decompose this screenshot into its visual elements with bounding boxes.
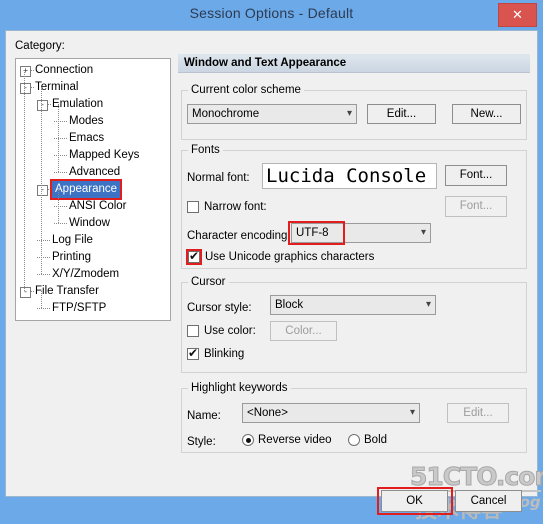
tree-item-label: Log File [52, 234, 93, 246]
character-encoding-value: UTF-8 [296, 227, 329, 239]
tree-connector [48, 189, 51, 191]
color-scheme-edit-button[interactable]: Edit... [367, 104, 436, 124]
character-encoding-label: Character encoding: [187, 230, 291, 242]
normal-font-sample: Lucida Console [262, 163, 437, 189]
style-bold-label: Bold [364, 434, 388, 446]
tree-connector [37, 240, 50, 242]
tree-item-emacs[interactable]: Emacs [16, 130, 170, 147]
style-reverse-video-radio[interactable] [242, 434, 254, 446]
color-scheme-new-button[interactable]: New... [452, 104, 521, 124]
tree-item-log-file[interactable]: Log File [16, 232, 170, 249]
tree-item-label: Advanced [69, 166, 121, 178]
highlight-keywords-group-title: Highlight keywords [188, 382, 291, 394]
normal-font-label: Normal font: [187, 172, 250, 184]
tree-item-ansi-color[interactable]: ANSI Color [16, 198, 170, 215]
tree-item-terminal[interactable]: - Terminal [16, 79, 170, 96]
blinking-label: Blinking [204, 348, 245, 360]
close-icon[interactable]: ✕ [498, 3, 537, 27]
tree-item-file-transfer[interactable]: - File Transfer [16, 283, 170, 300]
tree-guide [41, 87, 43, 274]
tree-item-modes[interactable]: Modes [16, 113, 170, 130]
tree-item-label: Appearance [49, 179, 123, 200]
cursor-style-select[interactable]: Block ▾ [270, 295, 436, 315]
use-unicode-graphics-label: Use Unicode graphics characters [205, 251, 375, 263]
tree-item-label: X/Y/Zmodem [52, 268, 120, 280]
narrow-font-checkbox[interactable] [187, 201, 199, 213]
cursor-style-value: Block [275, 299, 304, 311]
color-scheme-value: Monochrome [192, 108, 260, 120]
chevron-down-icon: ▾ [425, 299, 431, 310]
highlight-style-label: Style: [187, 436, 216, 448]
tree-item-label: Emacs [69, 132, 105, 144]
tree-item-emulation[interactable]: - Emulation [16, 96, 170, 113]
blinking-checkbox[interactable] [187, 346, 199, 360]
chevron-down-icon: ▾ [409, 407, 415, 418]
color-scheme-select[interactable]: Monochrome ▾ [187, 104, 357, 124]
style-bold-radio[interactable] [348, 434, 360, 446]
tree-connector [37, 257, 50, 259]
page-title: Window and Text Appearance [178, 54, 530, 73]
window-title: Session Options - Default [189, 5, 354, 21]
highlight-edit-button: Edit... [447, 403, 509, 423]
tree-connector [37, 274, 50, 276]
tree-connector [37, 308, 50, 310]
style-reverse-video-label: Reverse video [258, 434, 332, 446]
highlight-name-select[interactable]: <None> ▾ [242, 403, 420, 423]
narrow-font-button: Font... [445, 196, 507, 217]
settings-page: Window and Text Appearance Current color… [178, 54, 530, 486]
normal-font-button[interactable]: Font... [445, 165, 507, 186]
cursor-color-button: Color... [270, 321, 337, 341]
tree-item-label: Modes [69, 115, 104, 127]
tree-item-label: ANSI Color [69, 200, 127, 212]
narrow-font-label: Narrow font: [204, 201, 267, 213]
color-scheme-group-title: Current color scheme [188, 84, 304, 96]
tree-item-label: File Transfer [35, 285, 99, 297]
tree-connector [54, 172, 67, 174]
category-tree[interactable]: + Connection - Terminal - Emulation Modes Emacs… [15, 58, 171, 321]
tree-item-appearance[interactable]: - Appearance [16, 179, 170, 200]
use-unicode-graphics-checkbox[interactable] [186, 249, 202, 265]
tree-item-window[interactable]: Window [16, 215, 170, 232]
fonts-group-title: Fonts [188, 144, 223, 156]
use-color-label: Use color: [204, 325, 256, 337]
tree-connector [54, 223, 67, 225]
tree-item-ftp-sftp[interactable]: FTP/SFTP [16, 300, 170, 317]
tree-connector [54, 121, 67, 123]
session-options-dialog: Session Options - Default ✕ Category: + C… [0, 0, 543, 523]
tree-item-label: Printing [52, 251, 91, 263]
title-bar: Session Options - Default ✕ [0, 0, 543, 30]
highlight-name-value: <None> [247, 407, 288, 419]
tree-guide [58, 104, 60, 172]
tree-connector [54, 206, 67, 208]
cancel-button[interactable]: Cancel [455, 490, 522, 512]
tree-connector [48, 104, 51, 106]
tree-connector [54, 138, 67, 140]
tree-connector [54, 155, 67, 157]
chevron-down-icon: ▾ [420, 227, 426, 238]
tree-item-label: Connection [35, 64, 94, 76]
use-color-checkbox[interactable] [187, 325, 199, 337]
category-label: Category: [15, 40, 65, 52]
highlight-name-label: Name: [187, 410, 221, 422]
cursor-style-label: Cursor style: [187, 302, 252, 314]
tree-connector [31, 70, 34, 72]
tree-item-advanced[interactable]: Advanced [16, 164, 170, 181]
tree-item-label: Window [69, 217, 110, 229]
tree-guide [24, 70, 26, 291]
tree-item-x-y-zmodem[interactable]: X/Y/Zmodem [16, 266, 170, 283]
tree-connector [31, 291, 34, 293]
character-encoding-select[interactable]: UTF-8 ▾ [291, 223, 431, 243]
tree-item-label: FTP/SFTP [52, 302, 107, 314]
tree-item-mapped-keys[interactable]: Mapped Keys [16, 147, 170, 164]
tree-connector [31, 87, 34, 89]
ok-button[interactable]: OK [381, 490, 448, 512]
tree-guide [58, 189, 60, 223]
dialog-body: Category: + Connection - Terminal - Emulation… [5, 30, 543, 523]
tree-guide [41, 291, 43, 308]
tree-item-printing[interactable]: Printing [16, 249, 170, 266]
cursor-group-title: Cursor [188, 276, 229, 288]
tree-item-label: Mapped Keys [69, 149, 140, 161]
tree-item-connection[interactable]: + Connection [16, 62, 170, 79]
chevron-down-icon: ▾ [346, 108, 352, 119]
